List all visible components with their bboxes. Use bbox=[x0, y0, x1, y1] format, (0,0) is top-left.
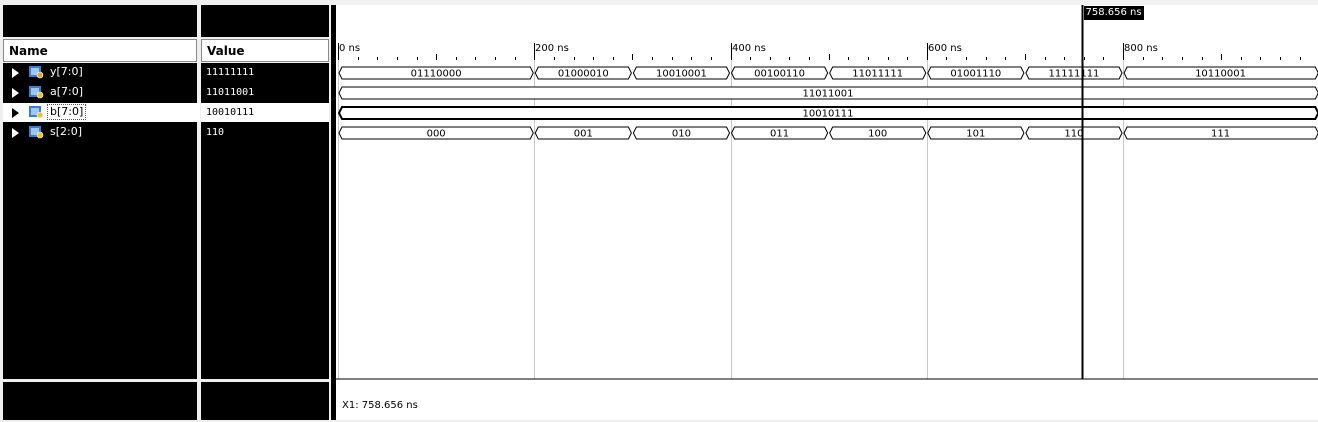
signal-row-s[interactable]: s[2:0] bbox=[3, 123, 200, 142]
bus-value-label: 11111111 bbox=[1049, 69, 1100, 80]
values-top-strip bbox=[201, 5, 329, 37]
bus-value-label: 01000010 bbox=[558, 69, 609, 80]
bus-value-label: 100 bbox=[868, 129, 887, 140]
expand-icon[interactable] bbox=[12, 68, 19, 78]
expand-icon[interactable] bbox=[12, 108, 19, 118]
signal-value: 11011001 bbox=[206, 87, 255, 98]
bus-value-label: 11011111 bbox=[852, 69, 903, 80]
value-row-b[interactable]: 10010111 bbox=[201, 103, 329, 122]
tick-label: 600 ns bbox=[928, 43, 962, 54]
value-row-a[interactable]: 11011001 bbox=[201, 83, 329, 102]
input-bus-icon bbox=[29, 106, 44, 119]
input-bus-icon bbox=[29, 86, 44, 99]
bus-value-label: 10010001 bbox=[656, 69, 707, 80]
bus-value-label: 110 bbox=[1064, 129, 1083, 140]
names-panel: y[7:0] a[7:0] b[7:0] s[2:0] bbox=[3, 63, 200, 379]
signal-row-a[interactable]: a[7:0] bbox=[3, 83, 200, 102]
bus-value-label: 011 bbox=[770, 129, 789, 140]
signal-name: s[2:0] bbox=[50, 125, 83, 138]
bus-value-label: 111 bbox=[1211, 129, 1230, 140]
bus-value-label: 01001110 bbox=[950, 69, 1001, 80]
value-column-header[interactable]: Value bbox=[201, 39, 329, 62]
name-column-header[interactable]: Name bbox=[3, 39, 197, 62]
bus-value-label: 000 bbox=[427, 129, 446, 140]
cursor-time-label[interactable]: 758.656 ns bbox=[1083, 6, 1144, 20]
values-bottom-strip bbox=[201, 382, 329, 420]
names-top-strip bbox=[3, 5, 197, 37]
bus-value-label: 001 bbox=[574, 129, 593, 140]
expand-icon[interactable] bbox=[12, 128, 19, 138]
tick-label: 0 ns bbox=[339, 43, 361, 54]
signal-row-b[interactable]: b[7:0] bbox=[3, 103, 200, 122]
bus-value-label: 11011001 bbox=[803, 89, 854, 100]
signal-row-y[interactable]: y[7:0] bbox=[3, 63, 200, 82]
tick-label: 200 ns bbox=[535, 43, 569, 54]
input-bus-icon bbox=[29, 126, 44, 139]
bus-value-label: 101 bbox=[966, 129, 985, 140]
tick-label: 800 ns bbox=[1124, 43, 1158, 54]
tick-label: 400 ns bbox=[732, 43, 766, 54]
signal-value: 110 bbox=[206, 127, 225, 138]
names-bottom-strip bbox=[3, 382, 197, 420]
signal-name: b[7:0] bbox=[47, 104, 87, 120]
waveform-canvas[interactable]: 01110000 01000010 10010001 00100110 11011111… bbox=[336, 5, 1318, 420]
bus-value-label: 010 bbox=[672, 129, 691, 140]
output-bus-icon bbox=[29, 66, 44, 79]
signal-value: 10010111 bbox=[206, 107, 255, 118]
bus-value-label: 00100110 bbox=[754, 69, 805, 80]
value-row-y[interactable]: 11111111 bbox=[201, 63, 329, 82]
bus-value-label: 01110000 bbox=[411, 69, 462, 80]
value-row-s[interactable]: 110 bbox=[201, 123, 329, 142]
signal-value: 11111111 bbox=[206, 67, 255, 78]
bus-value-label: 10110001 bbox=[1195, 69, 1246, 80]
expand-icon[interactable] bbox=[12, 88, 19, 98]
cursor-readout: X1: 758.656 ns bbox=[342, 400, 418, 411]
signal-name: y[7:0] bbox=[50, 65, 83, 78]
bus-value-label: 10010111 bbox=[803, 109, 854, 120]
signal-name: a[7:0] bbox=[50, 85, 84, 98]
